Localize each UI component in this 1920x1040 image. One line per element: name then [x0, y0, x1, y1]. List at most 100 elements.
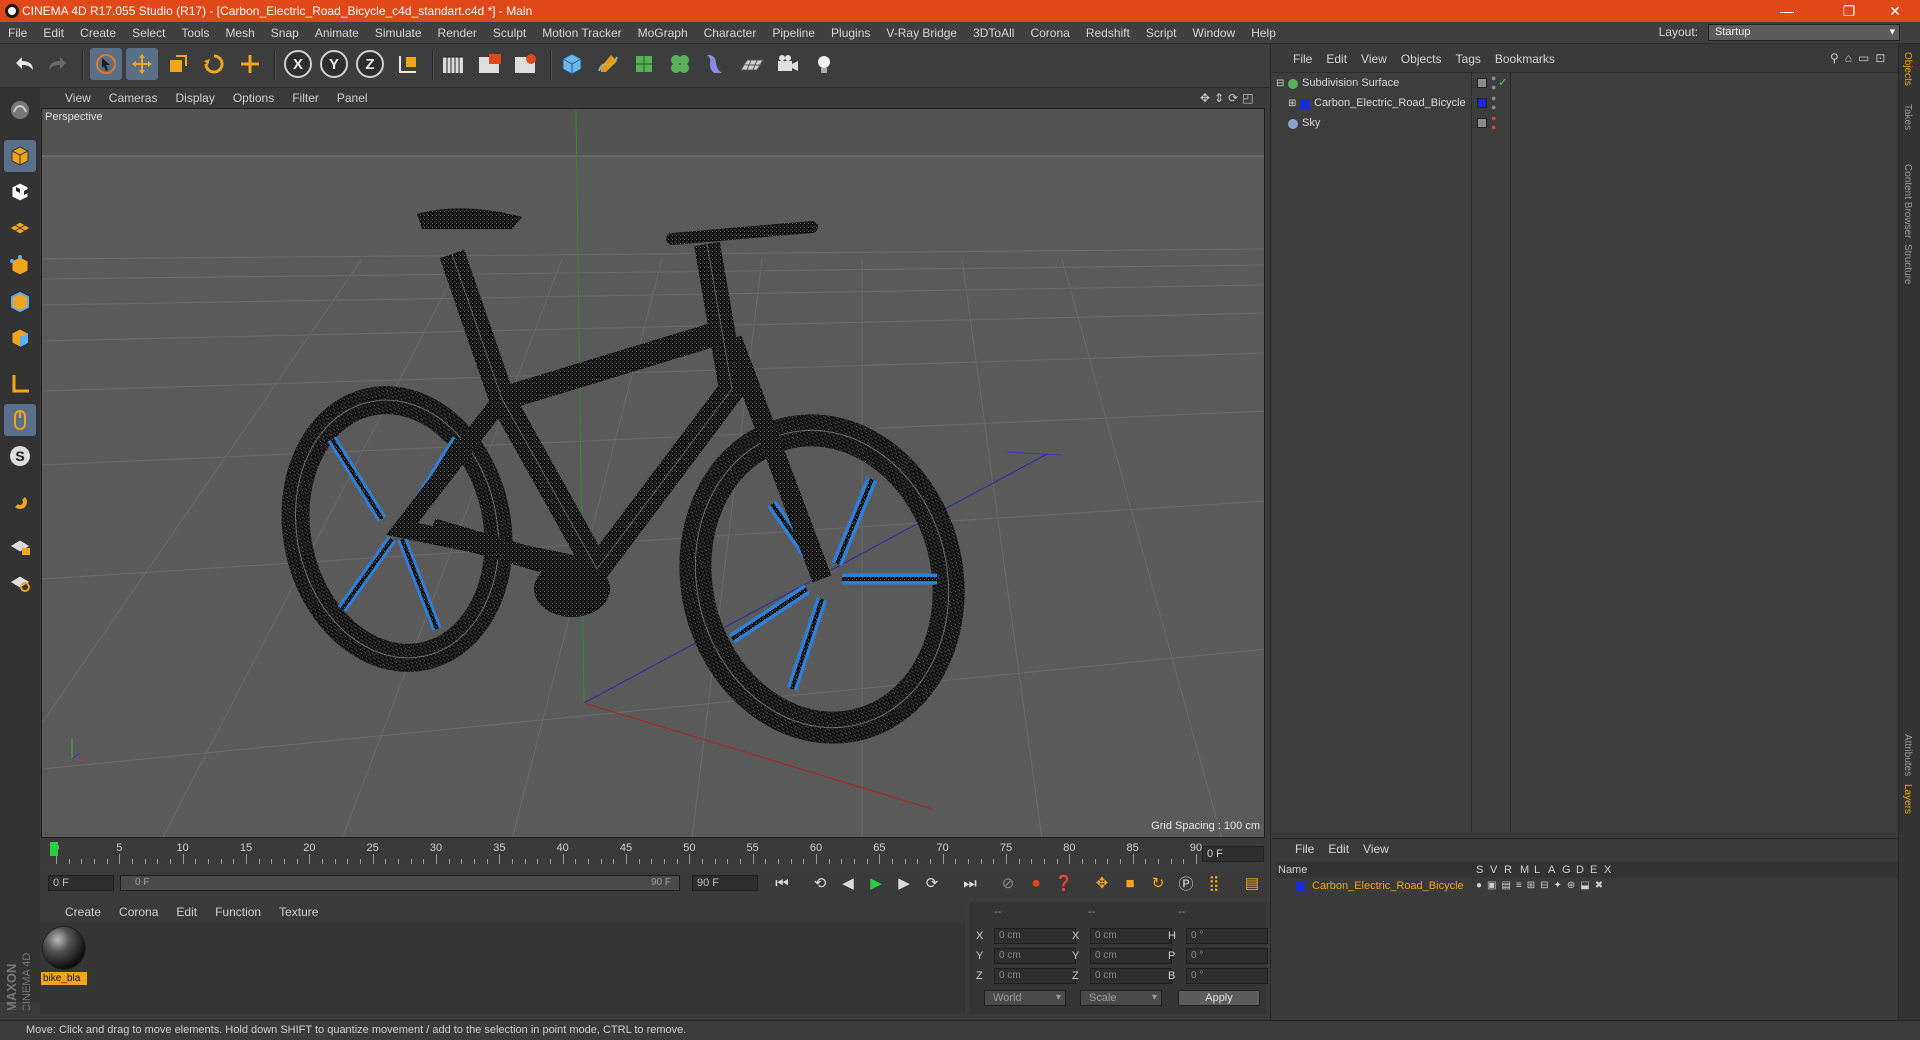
subdivision-surface-icon[interactable]: [628, 48, 660, 80]
render-settings-icon[interactable]: [510, 48, 542, 80]
menu-v-ray-bridge[interactable]: V-Ray Bridge: [878, 26, 965, 40]
autokeying-icon[interactable]: ⏺: [1024, 872, 1048, 894]
layer-tag-icon[interactable]: [1477, 78, 1487, 88]
snap-icon[interactable]: [4, 486, 36, 518]
light-icon[interactable]: [808, 48, 840, 80]
new-window-icon[interactable]: ▭: [1858, 51, 1869, 65]
side-tab-structure[interactable]: Structure: [1902, 244, 1913, 285]
render-to-picture-viewer-icon[interactable]: [474, 48, 506, 80]
layer-column-e[interactable]: E: [1590, 862, 1597, 878]
close-button[interactable]: ✕: [1872, 0, 1918, 22]
menu-mesh[interactable]: Mesh: [217, 26, 262, 40]
visibility-dots-icon[interactable]: ● ●: [1491, 74, 1496, 92]
viewport-menu-display[interactable]: Display: [166, 91, 223, 105]
coordinate-space-select[interactable]: World: [984, 990, 1066, 1006]
planar-workplane-icon[interactable]: [4, 566, 36, 598]
material-name-label[interactable]: bike_bla: [41, 972, 87, 985]
object-name[interactable]: Subdivision Surface: [1302, 74, 1399, 93]
next-frame-icon[interactable]: ▶: [892, 872, 916, 894]
object-menu-tags[interactable]: Tags: [1449, 52, 1488, 66]
orbit-icon[interactable]: ⟳: [1228, 91, 1238, 105]
layer-row[interactable]: Carbon_Electric_Road_Bicycle ●▣▤≡⊞⊟✦⊛⬓✖: [1276, 878, 1898, 894]
object-menu-bookmarks[interactable]: Bookmarks: [1488, 52, 1562, 66]
coord-value-field[interactable]: 0 cm: [994, 928, 1076, 944]
coordinate-system-icon[interactable]: [392, 48, 424, 80]
object-menu-file[interactable]: File: [1286, 52, 1319, 66]
layer-column-name[interactable]: Name: [1278, 862, 1307, 878]
object-name[interactable]: Sky: [1302, 114, 1320, 133]
redo-icon[interactable]: [42, 48, 74, 80]
side-tab-content-browser[interactable]: Content Browser: [1902, 164, 1913, 238]
layer-tag-icon[interactable]: [1477, 118, 1487, 128]
expand-icon[interactable]: ⊞: [1288, 94, 1296, 113]
coord-value-field[interactable]: 0 cm: [1090, 928, 1172, 944]
material-menu-texture[interactable]: Texture: [270, 905, 327, 919]
select-tool-icon[interactable]: [90, 48, 122, 80]
visibility-dots-icon[interactable]: ● ●: [1491, 114, 1496, 132]
cube-object-icon[interactable]: [556, 48, 588, 80]
pan-icon[interactable]: ✥: [1200, 91, 1210, 105]
maximize-icon[interactable]: ◰: [1242, 91, 1253, 105]
layer-column-d[interactable]: D: [1576, 862, 1584, 878]
object-row[interactable]: Sky ● ●: [1272, 114, 1898, 133]
collapse-icon[interactable]: ⊟: [1276, 74, 1284, 93]
scale-tool-icon[interactable]: [162, 48, 194, 80]
layer-column-a[interactable]: A: [1548, 862, 1555, 878]
preview-range-slider[interactable]: 0 F 90 F: [120, 875, 680, 891]
material-menu-function[interactable]: Function: [206, 905, 270, 919]
side-tab-takes[interactable]: Takes: [1902, 104, 1913, 130]
menu-3dtoall[interactable]: 3DToAll: [965, 26, 1022, 40]
timeline-playhead[interactable]: [50, 842, 58, 856]
coord-value-field[interactable]: 0 cm: [994, 968, 1076, 984]
deformer-icon[interactable]: [700, 48, 732, 80]
locked-workplane-icon[interactable]: [4, 530, 36, 562]
menu-plugins[interactable]: Plugins: [823, 26, 878, 40]
layer-column-v[interactable]: V: [1490, 862, 1497, 878]
layer-column-r[interactable]: R: [1504, 862, 1512, 878]
key-rotation-icon[interactable]: ↻: [1146, 872, 1170, 894]
coord-value-field[interactable]: 0 cm: [1090, 948, 1172, 964]
layer-flags[interactable]: ●▣▤≡⊞⊟✦⊛⬓✖: [1476, 878, 1608, 894]
menu-file[interactable]: File: [0, 26, 35, 40]
end-frame-field[interactable]: 90 F: [692, 875, 758, 891]
home-icon[interactable]: ⌂: [1845, 51, 1852, 65]
current-frame-field[interactable]: 0 F: [1202, 846, 1264, 862]
layer-column-g[interactable]: G: [1562, 862, 1571, 878]
y-axis-lock-button[interactable]: Y: [318, 48, 350, 80]
play-forward-icon[interactable]: ▶: [864, 872, 888, 894]
menu-render[interactable]: Render: [430, 26, 485, 40]
layer-name[interactable]: Carbon_Electric_Road_Bicycle: [1312, 878, 1464, 894]
pen-spline-icon[interactable]: [592, 48, 624, 80]
menu-corona[interactable]: Corona: [1022, 26, 1077, 40]
render-view-icon[interactable]: [438, 48, 470, 80]
go-to-start-icon[interactable]: ⏮: [770, 872, 794, 894]
timeline-window-icon[interactable]: ▤: [1240, 872, 1264, 894]
material-menu-corona[interactable]: Corona: [110, 905, 167, 919]
viewport-menu-cameras[interactable]: Cameras: [100, 91, 167, 105]
polygons-mode-icon[interactable]: [4, 322, 36, 354]
perspective-viewport[interactable]: [41, 108, 1265, 838]
object-name[interactable]: Carbon_Electric_Road_Bicycle: [1314, 94, 1466, 113]
material-preview-ball[interactable]: [42, 926, 86, 970]
menu-motion-tracker[interactable]: Motion Tracker: [534, 26, 629, 40]
cloner-icon[interactable]: [664, 48, 696, 80]
coord-value-field[interactable]: 0 °: [1186, 948, 1268, 964]
object-row[interactable]: ⊟ Subdivision Surface ● ● ✓: [1272, 74, 1898, 93]
last-tool-icon[interactable]: [234, 48, 266, 80]
menu-redshift[interactable]: Redshift: [1078, 26, 1138, 40]
material-menu-create[interactable]: Create: [56, 905, 110, 919]
layer-menu-view[interactable]: View: [1356, 842, 1396, 856]
menu-tools[interactable]: Tools: [173, 26, 217, 40]
enabled-check-icon[interactable]: ✓: [1498, 74, 1507, 93]
menu-snap[interactable]: Snap: [263, 26, 307, 40]
menu-create[interactable]: Create: [72, 26, 124, 40]
menu-simulate[interactable]: Simulate: [367, 26, 430, 40]
viewport-menu-view[interactable]: View: [56, 91, 100, 105]
menu-pipeline[interactable]: Pipeline: [764, 26, 823, 40]
minimize-button[interactable]: —: [1764, 0, 1810, 22]
make-editable-icon[interactable]: [4, 94, 36, 126]
axis-mode-icon[interactable]: [4, 368, 36, 400]
previous-frame-icon[interactable]: ◀: [836, 872, 860, 894]
layer-color-swatch[interactable]: [1296, 882, 1305, 891]
restore-button[interactable]: ❐: [1826, 0, 1872, 22]
